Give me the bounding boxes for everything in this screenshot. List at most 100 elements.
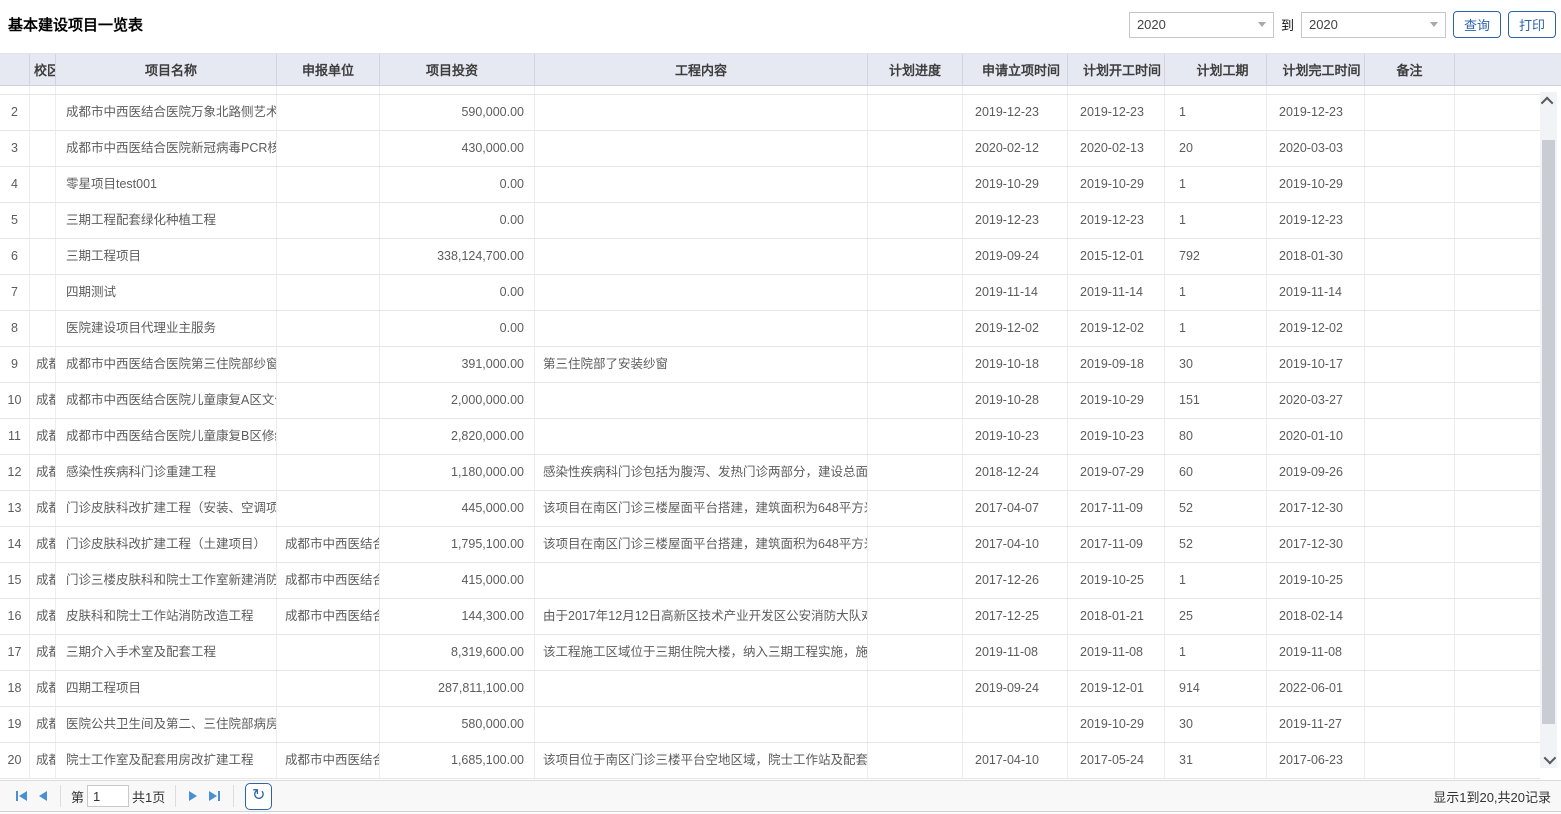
- cell-content: [535, 563, 868, 598]
- pager-status: 显示1到20,共20记录: [1433, 787, 1561, 806]
- cell-apply_date: 2019-12-02: [963, 311, 1068, 346]
- cell-apply_date: 2017-12-25: [963, 599, 1068, 634]
- table-row[interactable]: 3成都市中西医结合医院新冠病毒PCR核酸430,000.002020-02-12…: [0, 131, 1540, 167]
- cell-progress: [868, 86, 963, 94]
- cell-invest: 1,180,000.00: [380, 455, 535, 490]
- cell-content: 感染性疾病科门诊包括为腹泻、发热门诊两部分，建设总面积: [535, 455, 868, 490]
- cell-progress: [868, 491, 963, 526]
- cell-start_date: 2019-11-08: [1068, 635, 1165, 670]
- year-to-select[interactable]: 2020: [1301, 12, 1446, 38]
- cell-invest: 590,000.00: [380, 95, 535, 130]
- table-row[interactable]: 6三期工程项目338,124,700.002019-09-242015-12-0…: [0, 239, 1540, 275]
- cell-name: 门诊皮肤科改扩建工程（安装、空调项目: [56, 491, 277, 526]
- table-row[interactable]: 16成都皮肤科和院士工作站消防改造工程成都市中西医结合144,300.00由于2…: [0, 599, 1540, 635]
- cell-apply_date: 2019-10-18: [963, 347, 1068, 382]
- table-row[interactable]: 2成都市中西医结合医院万象北路侧艺术造590,000.002019-12-232…: [0, 95, 1540, 131]
- scroll-up-button[interactable]: [1540, 92, 1557, 110]
- cell-remark: [1365, 419, 1455, 454]
- cell-start_date: 2017-11-09: [1068, 491, 1165, 526]
- cell-start_date: 2019-10-23: [1068, 419, 1165, 454]
- cell-unit: 成都市中西医结合: [277, 599, 380, 634]
- scrollbar-thumb[interactable]: [1542, 140, 1555, 724]
- cell-unit: 成都市中西医结合: [277, 743, 380, 778]
- cell-start_date: 2019-12-01: [1068, 671, 1165, 706]
- table-row[interactable]: 12成都感染性疾病科门诊重建工程1,180,000.00感染性疾病科门诊包括为腹…: [0, 455, 1540, 491]
- next-page-button[interactable]: [183, 787, 203, 805]
- refresh-icon: ↻: [252, 788, 265, 804]
- cell-name: 三期工程配套绿化种植工程: [56, 203, 277, 238]
- cell-start_date: 2019-12-02: [1068, 311, 1165, 346]
- page-title: 基本建设项目一览表: [8, 14, 143, 35]
- cell-unit: [277, 671, 380, 706]
- table-row[interactable]: 15成都门诊三楼皮肤科和院士工作室新建消防喷成都市中西医结合415,000.00…: [0, 563, 1540, 599]
- cell-remark: [1365, 707, 1455, 742]
- cell-unit: [277, 455, 380, 490]
- cell-content: 该项目位于南区门诊三楼平台空地区域，院士工作站及配套用: [535, 743, 868, 778]
- cell-campus: [30, 239, 56, 274]
- cell-num: 6: [0, 239, 30, 274]
- cell-progress: [868, 527, 963, 562]
- page-number-input[interactable]: [87, 785, 129, 807]
- column-header-num: [0, 54, 30, 85]
- print-button[interactable]: 打印: [1508, 11, 1556, 38]
- year-from-select[interactable]: 2020: [1129, 12, 1274, 38]
- cell-finish_date: 2017-12-30: [1267, 491, 1365, 526]
- cell-finish_date: 2020-03-03: [1267, 131, 1365, 166]
- cell-content: [535, 275, 868, 310]
- last-page-icon: [218, 791, 220, 801]
- table-row[interactable]: 11成都成都市中西医结合医院儿童康复B区修缮2,820,000.002019-1…: [0, 419, 1540, 455]
- year-from-value: 2020: [1137, 17, 1166, 32]
- cell-campus: 成都: [30, 419, 56, 454]
- table-row[interactable]: 20成都院士工作室及配套用房改扩建工程成都市中西医结合1,685,100.00该…: [0, 743, 1540, 779]
- cell-unit: [277, 491, 380, 526]
- scroll-down-button[interactable]: [1540, 750, 1557, 768]
- cell-invest: 430,000.00: [380, 131, 535, 166]
- cell-content: [535, 131, 868, 166]
- table-row[interactable]: 4零星项目test0010.002019-10-292019-10-291201…: [0, 167, 1540, 203]
- cell-duration: 80: [1165, 419, 1267, 454]
- vertical-scrollbar[interactable]: [1540, 92, 1557, 768]
- prev-page-button[interactable]: [33, 787, 53, 805]
- cell-invest: 580,000.00: [380, 707, 535, 742]
- cell-campus: [30, 95, 56, 130]
- cell-unit: [277, 419, 380, 454]
- cell-filler: [1455, 491, 1540, 526]
- cell-invest: 391,000.00: [380, 347, 535, 382]
- cell-unit: [277, 203, 380, 238]
- cell-campus: 成都: [30, 527, 56, 562]
- cell-start_date: 2020-02-13: [1068, 131, 1165, 166]
- page-label-prefix: 第: [71, 787, 84, 806]
- cell-filler: [1455, 635, 1540, 670]
- first-page-button[interactable]: [10, 787, 33, 805]
- table-row[interactable]: 14成都门诊皮肤科改扩建工程（土建项目）成都市中西医结合1,795,100.00…: [0, 527, 1540, 563]
- cell-num: 12: [0, 455, 30, 490]
- cell-filler: [1455, 383, 1540, 418]
- table-row[interactable]: 5三期工程配套绿化种植工程0.002019-12-232019-12-23120…: [0, 203, 1540, 239]
- column-header-invest: 项目投资: [380, 54, 535, 85]
- query-button[interactable]: 查询: [1453, 11, 1501, 38]
- cell-invest: 8,319,600.00: [380, 635, 535, 670]
- cell-content: [535, 419, 868, 454]
- cell-filler: [1455, 707, 1540, 742]
- table-row[interactable]: 13成都门诊皮肤科改扩建工程（安装、空调项目445,000.00该项目在南区门诊…: [0, 491, 1540, 527]
- cell-filler: [1455, 743, 1540, 778]
- table-row[interactable]: 19成都医院公共卫生间及第二、三住院部病房工580,000.002019-10-…: [0, 707, 1540, 743]
- table-row[interactable]: 17成都三期介入手术室及配套工程8,319,600.00该工程施工区域位于三期住…: [0, 635, 1540, 671]
- last-page-button[interactable]: [203, 787, 226, 805]
- cell-remark: [1365, 86, 1455, 94]
- cell-finish_date: 2018-02-14: [1267, 599, 1365, 634]
- table-row[interactable]: 18成都四期工程项目287,811,100.002019-09-242019-1…: [0, 671, 1540, 707]
- table-row[interactable]: 10成都成都市中西医结合医院儿童康复A区文化2,000,000.002019-1…: [0, 383, 1540, 419]
- table-row[interactable]: 8医院建设项目代理业主服务0.002019-12-022019-12-02120…: [0, 311, 1540, 347]
- pager-divider: [175, 785, 176, 807]
- cell-campus: [30, 86, 56, 94]
- cell-apply_date: 2017-04-07: [963, 491, 1068, 526]
- cell-filler: [1455, 86, 1540, 94]
- cell-progress: [868, 275, 963, 310]
- cell-name: [56, 86, 277, 94]
- table-row[interactable]: 9成都成都市中西医结合医院第三住院部纱窗安391,000.00第三住院部了安装纱…: [0, 347, 1540, 383]
- cell-remark: [1365, 203, 1455, 238]
- refresh-button[interactable]: ↻: [245, 783, 272, 810]
- cell-content: [535, 167, 868, 202]
- table-row[interactable]: 7四期测试0.002019-11-142019-11-1412019-11-14: [0, 275, 1540, 311]
